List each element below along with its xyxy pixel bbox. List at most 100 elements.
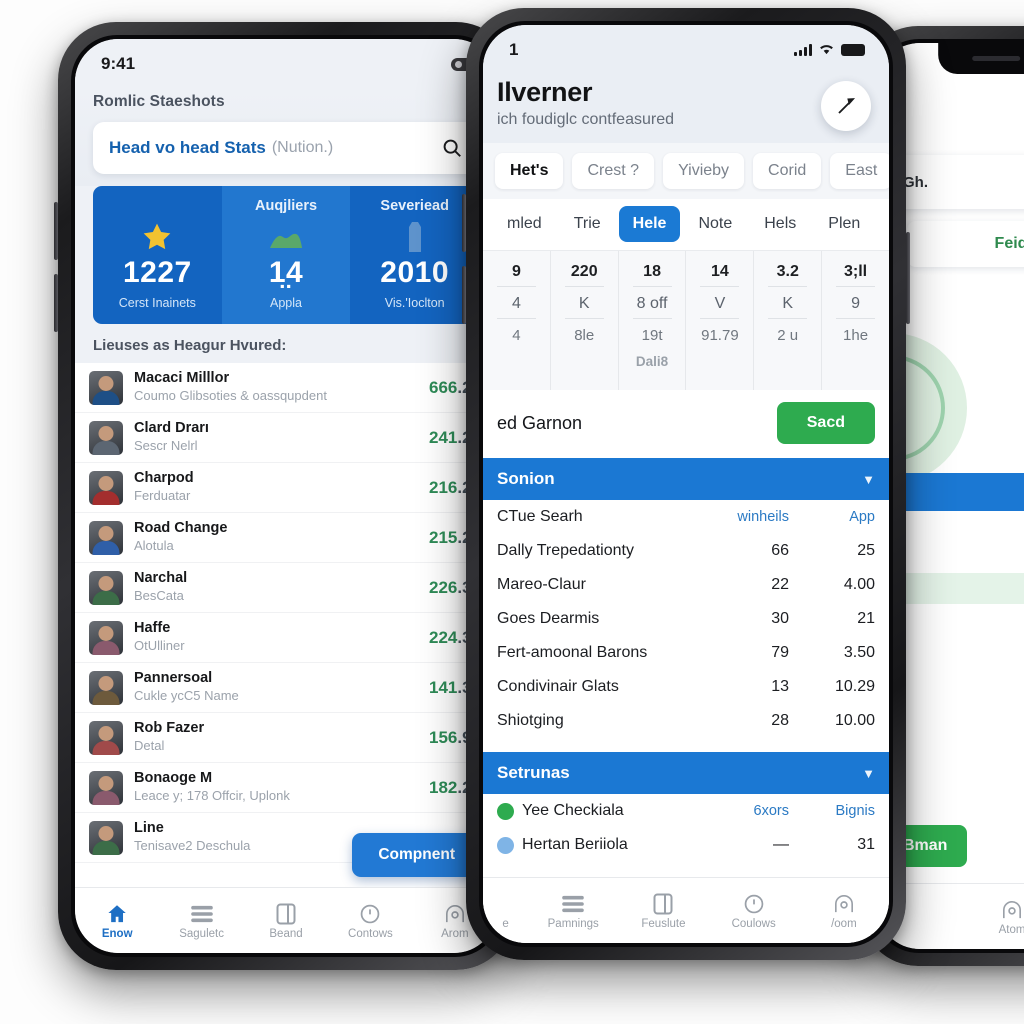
grid-column[interactable]: 18 8 off 19t Dali8	[619, 251, 687, 390]
phone-3-card-title: Gh.	[903, 173, 928, 191]
volume-down-button[interactable]	[462, 266, 466, 324]
list-item[interactable]: Pannersoal Cukle ycC5 Name 141.34	[75, 663, 497, 713]
chip-hets[interactable]: Het's	[495, 153, 564, 189]
list-item[interactable]: Rob Fazer Detal 156.97	[75, 713, 497, 763]
phone-2-frame: 1 Ilverner ich foudiglc contfeasured Het…	[462, 8, 910, 960]
grid-column[interactable]: 3;ll 9 1he	[822, 251, 889, 390]
tab-contows[interactable]: Contows	[328, 902, 412, 940]
segment-plen[interactable]: Plen	[814, 206, 874, 242]
phone-1-frame: 9:41 Romlic Staeshots Head vo head Stats…	[54, 22, 518, 970]
row-label: Dally Trepedationty	[497, 542, 634, 559]
stat-card-grid: 1227 Cerst Inainets Auqjliers 1̤4 Appla …	[93, 186, 479, 324]
row-value-1: —	[773, 836, 789, 853]
power-button[interactable]	[906, 232, 910, 324]
tab-pamnings[interactable]: Pamnings	[528, 892, 618, 930]
tab-coulows[interactable]: Coulows	[709, 892, 799, 930]
phone-3-field-pill[interactable]: Feid	[907, 221, 1024, 267]
chip-east[interactable]: East	[830, 153, 889, 189]
list-item[interactable]: Haffe OtUlliner 224.36	[75, 613, 497, 663]
table-row[interactable]: Hertan Beriiola — 31	[483, 828, 889, 862]
list-item[interactable]: Clard Drarı Sescr Nelrl 241.23	[75, 413, 497, 463]
row-value-2: 4.00	[843, 576, 875, 593]
list-item[interactable]: Road Change Alotula 215.23	[75, 513, 497, 563]
phone-3-top-card[interactable]: Gh.	[887, 155, 1024, 209]
section-title: Sonion	[497, 469, 555, 488]
segment-note[interactable]: Note	[684, 206, 746, 242]
segment-hele[interactable]: Hele	[618, 206, 681, 242]
segment-mled[interactable]: mled	[493, 206, 556, 242]
row-value-1: 30	[771, 610, 789, 627]
stat-value: 2010	[380, 256, 450, 289]
stat-label	[99, 198, 216, 216]
stat-grid-table: 9 4 4 220 K 8le 18 8 off 19t Dali8 14 V …	[483, 250, 889, 390]
tab-label: Atom	[998, 923, 1024, 936]
chip-corid[interactable]: Corid	[753, 153, 822, 189]
list-item[interactable]: Bonaoge M Leace y; 178 Offcir, Uplonk 18…	[75, 763, 497, 813]
tab-label: /oom	[831, 917, 857, 930]
phone-3-notch	[938, 43, 1024, 74]
list-item[interactable]: Macaci Milllor Coumo Glibsoties & oassqu…	[75, 363, 497, 413]
save-button[interactable]: Sacd	[776, 402, 875, 444]
grid-column[interactable]: 3.2 K 2 u	[754, 251, 823, 390]
table-row[interactable]: Goes Dearmis 30 21	[483, 602, 889, 636]
status-right-cluster	[794, 40, 865, 60]
list-item[interactable]: Narchal BesCata 226.35	[75, 563, 497, 613]
tab-enow[interactable]: Enow	[75, 902, 159, 940]
chip-crest[interactable]: Crest ?	[572, 153, 655, 189]
grid-cell-bottom: 91.79	[701, 327, 739, 344]
grid-cell-top: 3;ll	[836, 260, 876, 287]
chip-yivieby[interactable]: Yivieby	[663, 153, 745, 189]
list-item[interactable]: Charpod Ferduatar 216.22	[75, 463, 497, 513]
grid-cell-bottom: 4	[512, 327, 521, 344]
battery-icon	[841, 44, 865, 56]
segment-hels[interactable]: Hels	[750, 206, 810, 242]
chevron-down-icon[interactable]: ▼	[862, 472, 875, 487]
row-value-2: 10.00	[834, 712, 875, 729]
grid-column[interactable]: 220 K 8le	[551, 251, 619, 390]
stat-value: 1227	[122, 256, 192, 289]
status-dot-icon	[497, 836, 514, 854]
item-name: Macaci Milllor	[134, 369, 230, 386]
status-dot-icon	[497, 802, 514, 820]
search-input[interactable]: Head vo head Stats (Nution.)	[93, 122, 479, 174]
tab-saguletc[interactable]: Saguletc	[159, 902, 243, 940]
tab-beand[interactable]: Beand	[244, 902, 328, 940]
tab-oom[interactable]: /oom	[799, 892, 889, 930]
grid-cell-top: 14	[700, 260, 740, 287]
table-row[interactable]: Condivinair Glats 13 10.29	[483, 670, 889, 704]
section-header-setrunas[interactable]: Setrunas ▼	[483, 752, 889, 794]
segment-trie[interactable]: Trie	[560, 206, 615, 242]
volume-up-button[interactable]	[462, 194, 466, 252]
sonion-table: CTue Searh winheils App Dally Trepedatio…	[483, 500, 889, 738]
tab-label: Beand	[269, 927, 303, 940]
volume-down-button[interactable]	[54, 274, 58, 332]
list-header: Lieuses as Heagur Hvured:	[75, 326, 497, 363]
grid-cell-bottom: 8le	[574, 327, 595, 344]
tab-e[interactable]: e	[483, 892, 528, 930]
phone-1-status-bar: 9:41	[75, 39, 497, 89]
stat-card[interactable]: Auqjliers 1̤4 Appla	[221, 186, 351, 324]
phone-1-header: Romlic Staeshots Head vo head Stats (Nut…	[75, 89, 497, 186]
page-title: Ilverner	[497, 77, 593, 107]
chevron-down-icon[interactable]: ▼	[862, 766, 875, 781]
table-row[interactable]: Shiotging 28 10.00	[483, 704, 889, 738]
avatar	[89, 570, 123, 605]
filter-chip-row[interactable]: Het's Crest ? Yivieby Corid East	[483, 143, 889, 199]
segment-row[interactable]: mled Trie Hele Note Hels Plen	[483, 199, 889, 250]
compare-button[interactable]: Compnent	[352, 833, 481, 877]
stat-card[interactable]: Severiead 2010 Vis.'Ioclton	[350, 186, 479, 324]
grid-column[interactable]: 9 4 4	[483, 251, 551, 390]
stat-card[interactable]: 1227 Cerst Inainets	[93, 186, 222, 324]
table-row[interactable]: Mareo-Claur 22 4.00	[483, 568, 889, 602]
table-row[interactable]: Dally Trepedationty 66 25	[483, 534, 889, 568]
search-icon[interactable]	[441, 137, 463, 159]
tab-feuslute[interactable]: Feuslute	[618, 892, 708, 930]
section-header-sonion[interactable]: Sonion ▼	[483, 458, 889, 500]
grid-column[interactable]: 14 V 91.79	[686, 251, 755, 390]
item-subtitle: OtUlliner	[134, 638, 185, 654]
save-row-label: ed Garnon	[497, 412, 583, 433]
compass-icon[interactable]	[821, 81, 871, 131]
item-name: Haffe	[134, 619, 171, 636]
table-row[interactable]: Fert-amoonal Barons 79 3.50	[483, 636, 889, 670]
volume-up-button[interactable]	[54, 202, 58, 260]
